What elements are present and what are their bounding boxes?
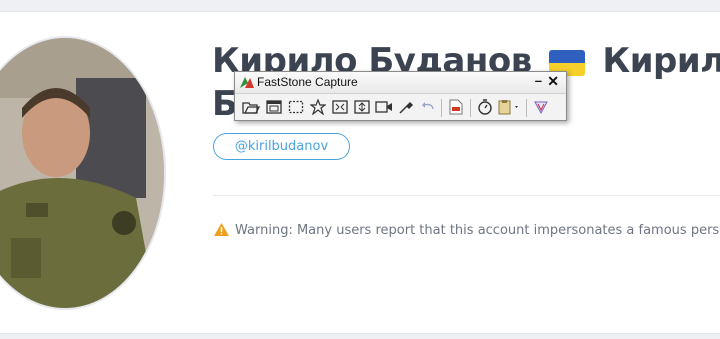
- toolbar-separator: [470, 99, 471, 117]
- clipboard-output-icon[interactable]: [497, 97, 523, 117]
- profile-name-line1-tail: Кирилл: [602, 41, 720, 81]
- faststone-title: FastStone Capture: [257, 75, 358, 89]
- divider: [213, 195, 720, 196]
- close-button[interactable]: ✕: [547, 73, 559, 90]
- faststone-titlebar[interactable]: FastStone Capture – ✕: [235, 72, 566, 94]
- minimize-button[interactable]: –: [535, 73, 542, 88]
- capture-rectangle-icon[interactable]: [286, 97, 306, 117]
- settings-icon[interactable]: [531, 97, 551, 117]
- capture-freehand-icon[interactable]: [308, 97, 328, 117]
- capture-window-icon[interactable]: [264, 97, 284, 117]
- warning-text: Warning: Many users report that this acc…: [235, 223, 720, 238]
- open-folder-icon[interactable]: [241, 97, 261, 117]
- capture-scrolling-icon[interactable]: [352, 97, 372, 117]
- warning-triangle-icon: [214, 223, 229, 240]
- screen-recorder-icon[interactable]: [374, 97, 394, 117]
- impersonation-warning: Warning: Many users report that this acc…: [214, 223, 720, 240]
- undo-icon[interactable]: [418, 97, 438, 117]
- toolbar-separator: [441, 99, 442, 117]
- faststone-capture-window[interactable]: FastStone Capture – ✕: [234, 71, 567, 121]
- toolbar-separator: [526, 99, 527, 117]
- faststone-logo-icon: [239, 75, 255, 94]
- capture-fullscreen-icon[interactable]: [330, 97, 350, 117]
- timer-icon[interactable]: [475, 97, 495, 117]
- pdf-icon[interactable]: [446, 97, 466, 117]
- username-handle-button[interactable]: @kirilbudanov: [213, 133, 350, 160]
- color-picker-icon[interactable]: [396, 97, 416, 117]
